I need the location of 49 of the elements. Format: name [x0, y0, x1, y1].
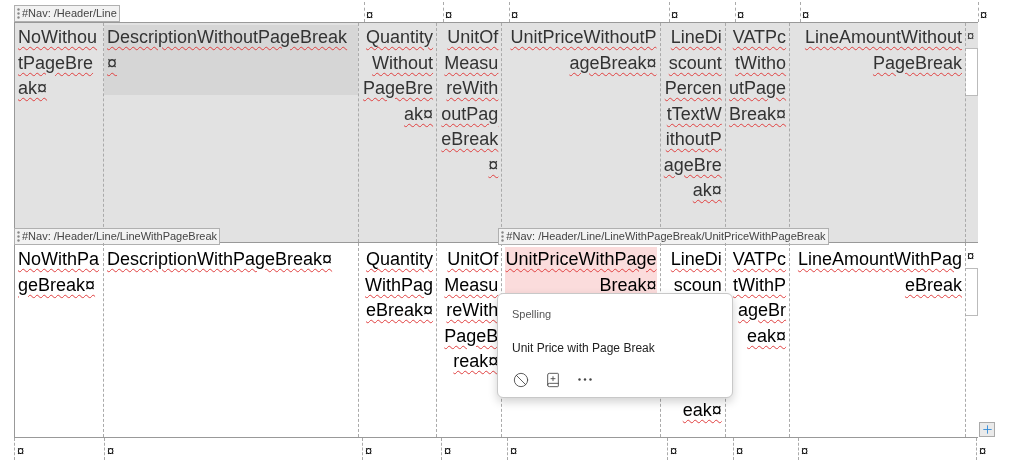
cell-end-mark: ¤ [444, 443, 452, 458]
add-to-dictionary-button[interactable] [544, 370, 562, 389]
cell-end-mark: ¤ [737, 7, 745, 22]
table-cell-text: LineDiscoun [669, 248, 722, 297]
ignore-button[interactable] [512, 370, 530, 389]
grip-icon [17, 8, 20, 19]
cell-end-mark: ¤ [510, 443, 518, 458]
cell-end-mark: ¤ [511, 7, 519, 22]
table-cell-text: VATPctWithPageBreak¤ [731, 248, 787, 348]
cell-end-mark: ¤ [107, 443, 115, 458]
row-end-mark: ¤ [967, 247, 976, 265]
cell-end-mark: ¤ [365, 443, 373, 458]
table-cell-text: UnitPriceWithoutPageBreak¤ [509, 26, 657, 75]
table-cell-text: DescriptionWithPageBreak¤ [107, 248, 334, 271]
cell-end-mark: ¤ [979, 443, 987, 458]
table-cell: DescriptionWithoutPageBreak¤ [104, 25, 358, 95]
table-cell-text: LineAmountWithoutPageBreak [803, 26, 962, 75]
table-cell-text: UnitOfMeasureWithoutPageBreak¤ [440, 26, 499, 177]
grip-icon [501, 231, 505, 242]
table-cell-text: NoWithPageBreak¤ [18, 248, 100, 297]
table-cell-text: LineAmountWithPageBreak [796, 248, 962, 297]
row-end-marker [966, 48, 978, 96]
add-row-button[interactable] [979, 422, 995, 437]
table-cell-text: QuantityWithoutPageBreak¤ [362, 26, 434, 126]
plus-icon [980, 423, 994, 436]
suggestion-item[interactable]: Unit Price with Page Break [512, 338, 655, 357]
table-cell-text: VATPctWithoutPageBreak¤ [728, 26, 787, 126]
table-cell-text: eak¤ [681, 399, 722, 422]
cell-end-mark: ¤ [980, 7, 988, 22]
cell-end-mark: ¤ [17, 443, 25, 458]
table-cell-text: NoWithoutPageBreak¤ [18, 26, 99, 100]
popup-title: Spelling [512, 307, 553, 322]
grip-icon [17, 231, 20, 242]
nav-tag-label: #Nav: /Header/Line [22, 6, 117, 22]
ignore-icon [513, 371, 529, 388]
row-end-mark: ¤ [967, 27, 976, 45]
cell-end-mark: ¤ [801, 443, 809, 458]
more-icon [578, 378, 592, 381]
cell-end-mark: ¤ [736, 443, 744, 458]
cell-end-mark: ¤ [671, 7, 679, 22]
nav-tag[interactable]: #Nav: /Header/Line [14, 5, 120, 22]
cell-end-mark: ¤ [366, 7, 374, 22]
book-plus-icon [545, 371, 561, 388]
cell-end-mark: ¤ [802, 7, 810, 22]
table-cell-text: LineDiscountPercentTextWithoutPageBreak¤ [663, 26, 722, 202]
cell-end-mark: ¤ [670, 443, 678, 458]
table-cell-text: QuantityWithPageBreak¤ [364, 248, 434, 322]
table-cell-text: UnitOfMeasureWithPageBreak¤ [443, 248, 499, 373]
cell-end-mark: ¤ [445, 7, 453, 22]
